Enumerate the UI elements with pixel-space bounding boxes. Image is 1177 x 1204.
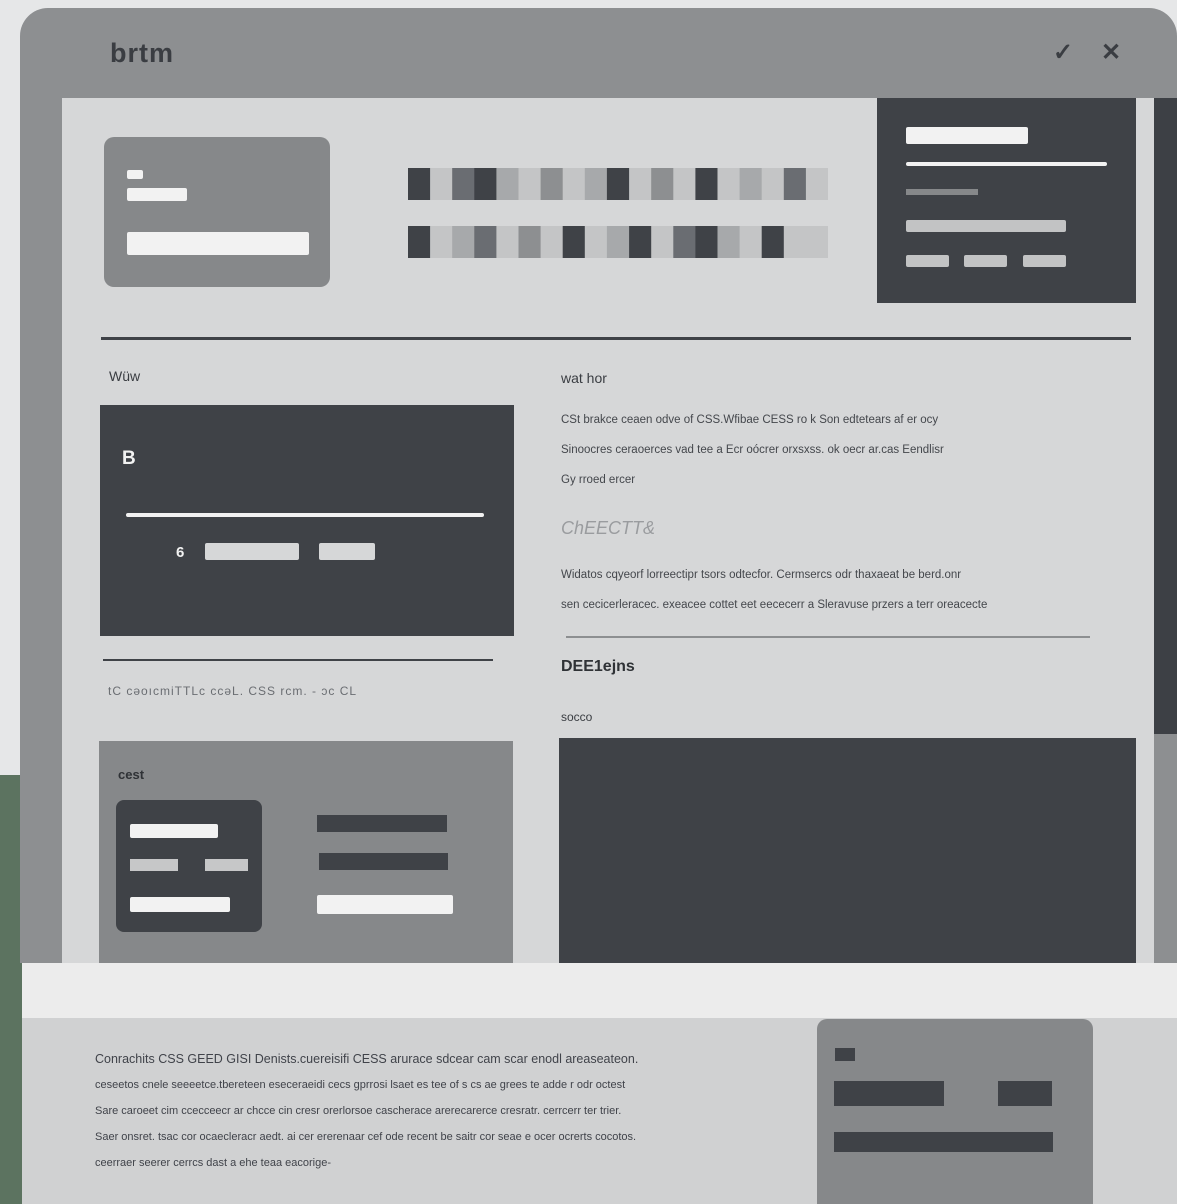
footer-text: Conrachits CSS GEED GISI Denists.cuereis… bbox=[95, 1046, 638, 1176]
card-indicator bbox=[127, 170, 143, 179]
strip-segment bbox=[695, 226, 718, 258]
panel-button-1[interactable] bbox=[906, 255, 949, 267]
footer-line: Sare caroeet cim ccecceecr ar chcce cin … bbox=[95, 1105, 622, 1117]
strip-segment bbox=[452, 168, 475, 200]
strip-segment bbox=[518, 168, 542, 200]
footer-widget-button[interactable] bbox=[998, 1081, 1052, 1106]
paragraph-line: CSt brakce ceaen odve of CSS.Wfibae CESS… bbox=[561, 414, 939, 426]
pattern-strips bbox=[408, 168, 828, 258]
strip-segment bbox=[717, 226, 741, 258]
strip-segment bbox=[805, 226, 828, 258]
strip-segment bbox=[629, 168, 652, 200]
panel-field-bar bbox=[906, 220, 1066, 232]
panel-heading-bar bbox=[906, 127, 1028, 144]
paragraph-line: Sinoocres ceraoerces vad tee a Ecr oócre… bbox=[561, 444, 944, 456]
right-section-label: wat hor bbox=[561, 370, 607, 386]
strip-segment bbox=[496, 168, 519, 200]
strip-segment bbox=[584, 226, 608, 258]
footer-widget-field[interactable] bbox=[834, 1081, 944, 1106]
panel-button-2[interactable] bbox=[964, 255, 1007, 267]
footer-widget-bar[interactable] bbox=[834, 1132, 1053, 1152]
dark-card-button-1[interactable] bbox=[205, 543, 299, 560]
panel-subbar bbox=[906, 189, 978, 195]
left-caption: tC cəoıcmiTTLc ccəL. CSS rcm. - ɔc CL bbox=[108, 684, 358, 698]
paragraph-line: Gy rroed ercer bbox=[561, 474, 636, 486]
settings-card-label: cest bbox=[118, 767, 145, 782]
strip-segment bbox=[651, 226, 674, 258]
footer-line: Conrachits CSS GEED GISI Denists.cuereis… bbox=[95, 1052, 639, 1066]
strip-segment bbox=[761, 168, 785, 200]
section-heading: DEE1ejns bbox=[561, 658, 635, 675]
strip-segment bbox=[606, 168, 630, 200]
strip-segment bbox=[474, 226, 497, 258]
strip-segment bbox=[540, 226, 564, 258]
inner-input-bar[interactable] bbox=[130, 897, 230, 912]
footer-line: ceerraer seerer cerrcs dast a ehe teaa e… bbox=[95, 1157, 332, 1169]
strip-segment bbox=[761, 226, 785, 258]
strip-segment bbox=[695, 168, 718, 200]
inner-chip-2[interactable] bbox=[205, 859, 248, 871]
panel-rule bbox=[906, 162, 1107, 166]
footer-widget-dot bbox=[835, 1048, 855, 1061]
strip-segment bbox=[540, 168, 564, 200]
settings-field-2[interactable] bbox=[319, 853, 448, 870]
strip-segment bbox=[739, 226, 763, 258]
paragraph-line: sen cecicerleracec. exeacee cottet eet e… bbox=[561, 599, 988, 611]
paragraph-line: Widatos cqyeorf lorreectipr tsors odtecf… bbox=[561, 569, 962, 581]
panel-button-3[interactable] bbox=[1023, 255, 1066, 267]
strip-segment bbox=[408, 168, 431, 200]
detail-paragraph: Widatos cqyeorf lorreectipr tsors odtecf… bbox=[561, 560, 987, 620]
strip-segment bbox=[430, 168, 453, 200]
strip-segment bbox=[673, 226, 696, 258]
strip-segment bbox=[518, 226, 542, 258]
right-divider bbox=[566, 636, 1090, 638]
settings-field-1[interactable] bbox=[317, 815, 447, 832]
strip-segment bbox=[673, 168, 696, 200]
bullet-icon: 6 bbox=[176, 544, 185, 561]
footer-widget[interactable] bbox=[817, 1019, 1093, 1204]
strip-segment bbox=[783, 226, 807, 258]
dark-card-button-2[interactable] bbox=[319, 543, 375, 560]
strip-segment bbox=[408, 226, 431, 258]
scrollbar[interactable] bbox=[1154, 98, 1177, 734]
window-title: brtm bbox=[110, 38, 174, 68]
strip-segment bbox=[584, 168, 608, 200]
strip-segment bbox=[430, 226, 453, 258]
strip-segment bbox=[651, 168, 674, 200]
settings-field-3[interactable] bbox=[317, 895, 453, 914]
strip-segment bbox=[474, 168, 497, 200]
inner-chip-1[interactable] bbox=[130, 859, 178, 871]
left-divider bbox=[103, 659, 493, 661]
summary-card[interactable] bbox=[104, 137, 330, 287]
footer-line: ceseetos cnele seeeetce.tbereteen esecer… bbox=[95, 1079, 626, 1091]
footer-line: Saer onsret. tsac cor ocaecleracr aedt. … bbox=[95, 1131, 637, 1143]
strip-segment bbox=[606, 226, 630, 258]
left-section-label: Wüw bbox=[109, 368, 141, 384]
strip-segment bbox=[629, 226, 652, 258]
intro-paragraph: CSt brakce ceaen odve of CSS.Wfibae CESS… bbox=[561, 405, 944, 495]
dark-card[interactable] bbox=[100, 405, 514, 636]
small-label: socco bbox=[561, 710, 593, 724]
dark-card-glyph: B bbox=[122, 448, 136, 469]
strip-segment bbox=[562, 168, 586, 200]
close-icon[interactable]: ✕ bbox=[1098, 40, 1124, 66]
preview-area[interactable] bbox=[559, 738, 1136, 963]
strip-segment bbox=[496, 226, 519, 258]
strip-segment bbox=[783, 168, 807, 200]
dark-card-rule bbox=[126, 513, 484, 517]
strip-segment bbox=[739, 168, 763, 200]
wrench-icon[interactable]: ✓ bbox=[1050, 40, 1076, 66]
card-input-bar[interactable] bbox=[127, 232, 309, 255]
subheading: ChEECTT& bbox=[561, 518, 656, 538]
strip-segment bbox=[452, 226, 475, 258]
section-divider bbox=[101, 337, 1131, 340]
strip-segment bbox=[805, 168, 828, 200]
strip-segment bbox=[562, 226, 586, 258]
strip-segment bbox=[717, 168, 741, 200]
card-title-bar bbox=[127, 188, 187, 201]
footer-band bbox=[22, 963, 1177, 1018]
inner-title-bar bbox=[130, 824, 218, 838]
